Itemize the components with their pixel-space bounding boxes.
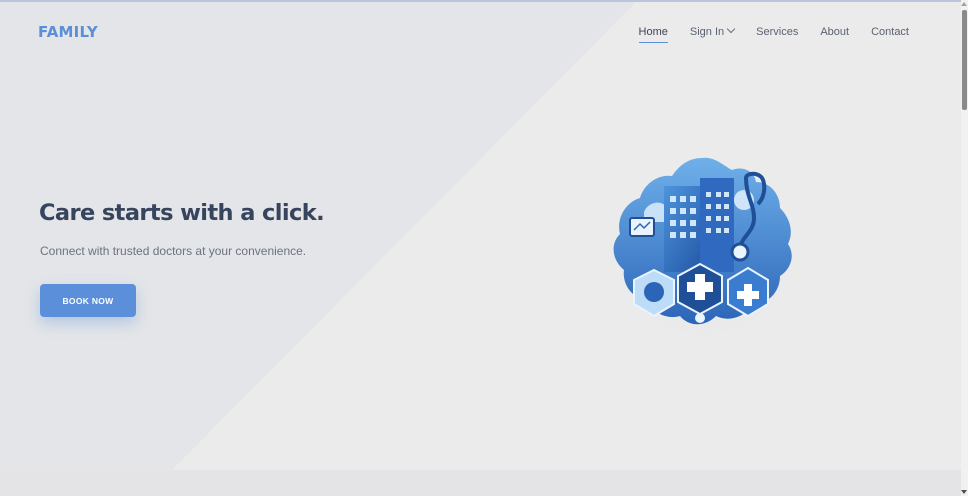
page-scrollbar[interactable] <box>961 0 968 496</box>
hero-diagonal-background <box>0 2 636 470</box>
nav-about[interactable]: About <box>820 25 849 39</box>
nav-home[interactable]: Home <box>638 25 669 43</box>
scroll-up-icon[interactable] <box>961 2 967 6</box>
nav-services[interactable]: Services <box>756 25 798 39</box>
next-section-edge <box>0 470 961 496</box>
hero-section: FAMILY Home Sign In Services About Conta… <box>0 2 961 470</box>
scroll-thumb[interactable] <box>962 10 967 110</box>
nav-contact[interactable]: Contact <box>871 25 909 39</box>
scroll-down-icon[interactable] <box>961 490 967 494</box>
nav-sign-in-label: Sign In <box>689 26 725 38</box>
brand-logo[interactable]: FAMILY <box>38 23 98 41</box>
nav-sign-in[interactable]: Sign In <box>689 24 736 39</box>
main-nav: Home Sign In Services About Contact <box>638 24 909 43</box>
hero-subtext: Connect with trusted doctors at your con… <box>40 244 307 258</box>
chevron-down-icon <box>726 24 736 34</box>
book-now-button[interactable]: BOOK NOW <box>40 284 136 317</box>
hospital-illustration-icon <box>608 157 800 342</box>
hero-headline: Care starts with a click. <box>39 200 325 226</box>
